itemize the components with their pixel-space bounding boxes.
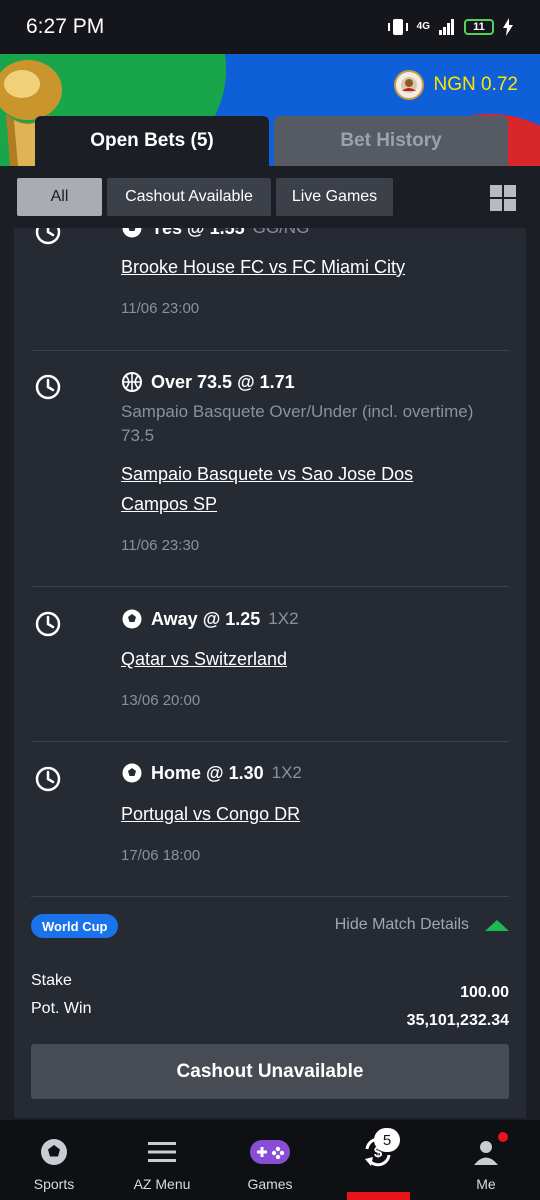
vibrate-icon: [387, 19, 408, 35]
selection-row: Home @ 1.30 1X2: [121, 762, 302, 784]
status-time: 6:27 PM: [26, 15, 105, 38]
soccer-ball-icon: [121, 762, 143, 784]
status-icons: 4G 11: [387, 18, 514, 36]
market-name: GG/NG: [253, 228, 310, 238]
match-time: 11/06 23:30: [121, 537, 200, 554]
grid-view-icon[interactable]: [490, 185, 516, 211]
clock-icon: [35, 374, 61, 400]
clock-icon: [35, 766, 61, 792]
pot-win-label: Pot. Win: [31, 1000, 92, 1017]
avatar[interactable]: [393, 70, 424, 100]
match-time: 13/06 20:00: [121, 692, 201, 709]
avatar-icon: [400, 77, 417, 93]
stake-label: Stake: [31, 972, 72, 989]
nav-bet-slip[interactable]: $ 5: [324, 1120, 432, 1200]
divider: [31, 586, 509, 587]
filter-bar: All Cashout Available Live Games: [0, 166, 540, 228]
bet-count-badge: 5: [374, 1128, 400, 1152]
nav-me[interactable]: Me: [432, 1120, 540, 1200]
match-link[interactable]: Portugal vs Congo DR: [121, 799, 481, 829]
soccer-ball-icon: [41, 1139, 67, 1165]
divider: [31, 350, 509, 351]
nav-sports[interactable]: Sports: [0, 1120, 108, 1200]
bet-list[interactable]: Yes @ 1.55 GG/NG Brooke House FC vs FC M…: [14, 228, 526, 1118]
match-link[interactable]: Sampaio Basquete vs Sao Jose Dos Campos …: [121, 459, 481, 519]
hamburger-menu-icon: [148, 1142, 176, 1162]
nav-az-menu[interactable]: AZ Menu: [108, 1120, 216, 1200]
market-name: 1X2: [271, 763, 302, 782]
filter-cashout-available[interactable]: Cashout Available: [107, 178, 271, 216]
match-link[interactable]: Brooke House FC vs FC Miami City: [121, 252, 481, 282]
battery-level: 11: [473, 21, 485, 33]
cashout-button[interactable]: Cashout Unavailable: [31, 1044, 509, 1099]
nav-label: Games: [247, 1176, 293, 1192]
market-name: 1X2: [268, 609, 299, 628]
match-time: 11/06 23:00: [121, 300, 200, 317]
bottom-nav: Sports AZ Menu Games $ 5 Me: [0, 1120, 540, 1200]
user-icon: [474, 1141, 498, 1165]
selection-row: Away @ 1.25 1X2: [121, 608, 299, 630]
signal-icon: [439, 19, 454, 35]
soccer-ball-icon: [121, 228, 143, 239]
divider: [31, 741, 509, 742]
hide-details-label: Hide Match Details: [334, 916, 469, 933]
gamepad-icon: [250, 1140, 290, 1164]
selection-row: Over 73.5 @ 1.71: [121, 371, 295, 393]
charging-icon: [503, 18, 513, 36]
network-type: 4G: [416, 21, 430, 32]
nav-label: Me: [476, 1176, 496, 1192]
balance-area[interactable]: NGN 0.72: [393, 70, 518, 100]
selection-row: Yes @ 1.55 GG/NG: [121, 228, 309, 239]
status-bar: 6:27 PM 4G 11: [0, 0, 540, 54]
selection-text: Home @ 1.30: [151, 762, 264, 783]
soccer-ball-icon: [121, 608, 143, 630]
match-link[interactable]: Qatar vs Switzerland: [121, 644, 481, 674]
balance-amount: NGN 0.72: [433, 74, 518, 95]
market-name: Sampaio Basquete Over/Under (incl. overt…: [121, 402, 474, 445]
collapse-triangle-icon: [485, 919, 509, 931]
filter-live-games[interactable]: Live Games: [276, 178, 393, 216]
selection-text: Yes @ 1.55: [151, 228, 245, 239]
competition-badge: World Cup: [31, 914, 119, 938]
divider: [31, 896, 509, 897]
selection-text: Away @ 1.25: [151, 608, 261, 629]
notification-dot: [498, 1132, 508, 1142]
match-time: 17/06 18:00: [121, 847, 201, 864]
clock-icon: [35, 611, 61, 637]
tab-open-bets[interactable]: Open Bets (5): [35, 116, 269, 166]
battery-icon: 11: [464, 19, 494, 35]
stake-value: 100.00: [460, 984, 509, 1001]
basketball-icon: [121, 371, 143, 393]
nav-label: Sports: [33, 1176, 75, 1192]
nav-label: AZ Menu: [133, 1176, 191, 1192]
tab-bet-history[interactable]: Bet History: [274, 116, 508, 166]
pot-win-value: 35,101,232.34: [406, 1012, 509, 1029]
clock-icon: [35, 228, 61, 245]
filter-all[interactable]: All: [17, 178, 102, 216]
active-tab-indicator: [347, 1192, 410, 1200]
selection-text: Over 73.5 @ 1.71: [151, 371, 295, 392]
hide-match-details-toggle[interactable]: Hide Match Details: [335, 916, 509, 934]
nav-games[interactable]: Games: [216, 1120, 324, 1200]
